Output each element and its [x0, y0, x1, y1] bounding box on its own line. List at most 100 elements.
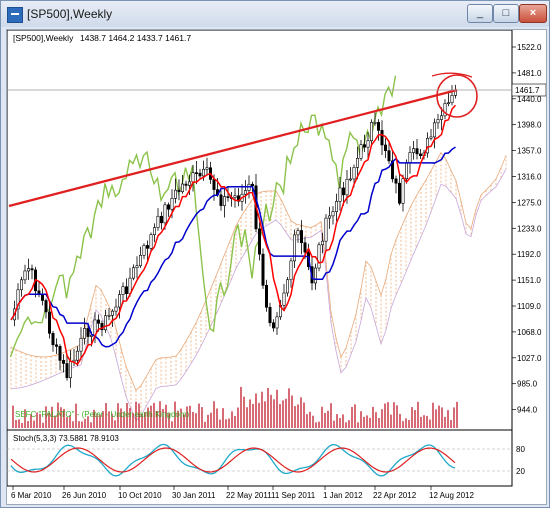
candle-body [47, 311, 51, 334]
candle-body [167, 204, 171, 210]
candle-body [404, 162, 408, 179]
stochastic-oscillator [7, 443, 512, 477]
candle-body [369, 122, 373, 141]
title-bar[interactable]: [SP500],Weekly _ □ × [1, 1, 549, 27]
candle-body [195, 172, 199, 174]
candle-body [125, 286, 129, 294]
candle-body [121, 286, 125, 295]
price-axis-label: 1357.0 [517, 147, 542, 156]
candle-body [139, 254, 143, 267]
chikou-span-line [9, 75, 397, 358]
candle-body [366, 140, 370, 148]
candle-body [177, 189, 181, 192]
candle-body [118, 294, 122, 308]
trendline[interactable] [8, 88, 458, 208]
candle-body [282, 292, 286, 306]
candle-body [44, 300, 48, 313]
close-button[interactable]: × [519, 4, 547, 23]
candle-body [383, 144, 387, 151]
chikou-path [9, 75, 397, 358]
candle-body [285, 279, 289, 294]
candle-body [362, 144, 366, 148]
candle-body [83, 328, 87, 339]
candle-body [191, 172, 195, 183]
candle-body [299, 230, 303, 244]
candle-body [111, 310, 115, 316]
annotation-circle[interactable] [436, 74, 478, 118]
candle-body [376, 122, 380, 131]
current-price-text: 1461.7 [515, 86, 540, 95]
candle-body [411, 148, 415, 153]
price-axis-label: 1233.0 [517, 224, 542, 233]
candle-body [184, 183, 188, 186]
price-axis-label: 944.0 [517, 406, 538, 415]
candle-body [387, 150, 391, 162]
chart-ohlc-values: 1438.7 1464.2 1433.7 1461.7 [80, 33, 191, 43]
candle-body [76, 350, 80, 361]
candle-body [359, 144, 363, 159]
candle-body [345, 179, 349, 196]
candle-body [23, 270, 27, 281]
candle-body [341, 187, 345, 196]
candle-body [436, 119, 440, 124]
candle-body [223, 196, 227, 206]
candle-body [450, 95, 454, 104]
time-axis-label: 1 Jan 2012 [323, 491, 363, 500]
price-axis-label: 1481.0 [517, 69, 542, 78]
candle-body [198, 172, 202, 177]
window-title: [SP500],Weekly [27, 7, 113, 21]
candle-body [418, 153, 422, 157]
candle-body [51, 333, 55, 346]
candle-body [432, 122, 436, 138]
stoch-level-80: 80 [516, 445, 525, 454]
candle-body [373, 122, 377, 124]
candle-body [226, 196, 230, 198]
chart-canvas[interactable]: [SP500],Weekly 1438.7 1464.2 1433.7 1461… [7, 30, 546, 504]
candle-body [163, 204, 167, 224]
time-axis-label: 10 Oct 2010 [118, 491, 162, 500]
candle-body [142, 245, 146, 256]
chart-window: [SP500],Weekly _ □ × [SP500],Weekly 1438… [0, 0, 550, 508]
candle-body [334, 201, 338, 212]
price-axis-label: 1068.0 [517, 328, 542, 337]
candle-body [251, 183, 255, 187]
price-axis-label: 1151.0 [517, 276, 541, 285]
time-axis: 6 Mar 2010 26 Jun 2010 10 Oct 2010 30 Jan 2… [11, 486, 474, 500]
candle-body [149, 234, 153, 249]
price-chart[interactable]: [SP500],Weekly 1438.7 1464.2 1433.7 1461… [6, 29, 547, 505]
candle-body [320, 240, 324, 246]
candle-body [107, 314, 111, 317]
candle-body [380, 130, 384, 146]
maximize-button[interactable]: □ [493, 4, 519, 23]
candle-body [146, 245, 150, 249]
candle-body [79, 338, 83, 352]
candle-body [446, 102, 450, 105]
candle-body [58, 346, 62, 361]
candle-body [429, 136, 433, 139]
candle-body [233, 195, 237, 198]
volume-indicator-label: SEFC "PALATO" - (Peter - Under earth Kin… [15, 410, 190, 419]
candle-body [352, 167, 356, 180]
candle-body [30, 268, 34, 271]
candle-body [132, 267, 136, 279]
candle-body [61, 360, 65, 364]
time-axis-label: 30 Jan 2011 [172, 491, 216, 500]
candle-body [20, 279, 24, 291]
candle-body [219, 194, 223, 206]
candle-body [244, 190, 248, 195]
candle-body [415, 148, 419, 155]
candle-body [401, 178, 405, 204]
candle-body [439, 115, 443, 120]
candlesticks [13, 84, 457, 388]
candle-body [289, 260, 293, 281]
price-axis-label: 1522.0 [517, 43, 542, 52]
price-axis: 1522.01481.01440.01398.01357.01316.01275… [512, 43, 542, 415]
time-axis-label: 11 Sep 2011 [271, 491, 316, 500]
candle-body [397, 182, 401, 204]
chart-symbol-label: [SP500],Weekly [13, 33, 74, 43]
candle-body [348, 178, 352, 181]
candle-body [188, 181, 192, 186]
candle-body [355, 158, 359, 168]
minimize-button[interactable]: _ [467, 4, 493, 23]
candle-body [26, 268, 30, 272]
